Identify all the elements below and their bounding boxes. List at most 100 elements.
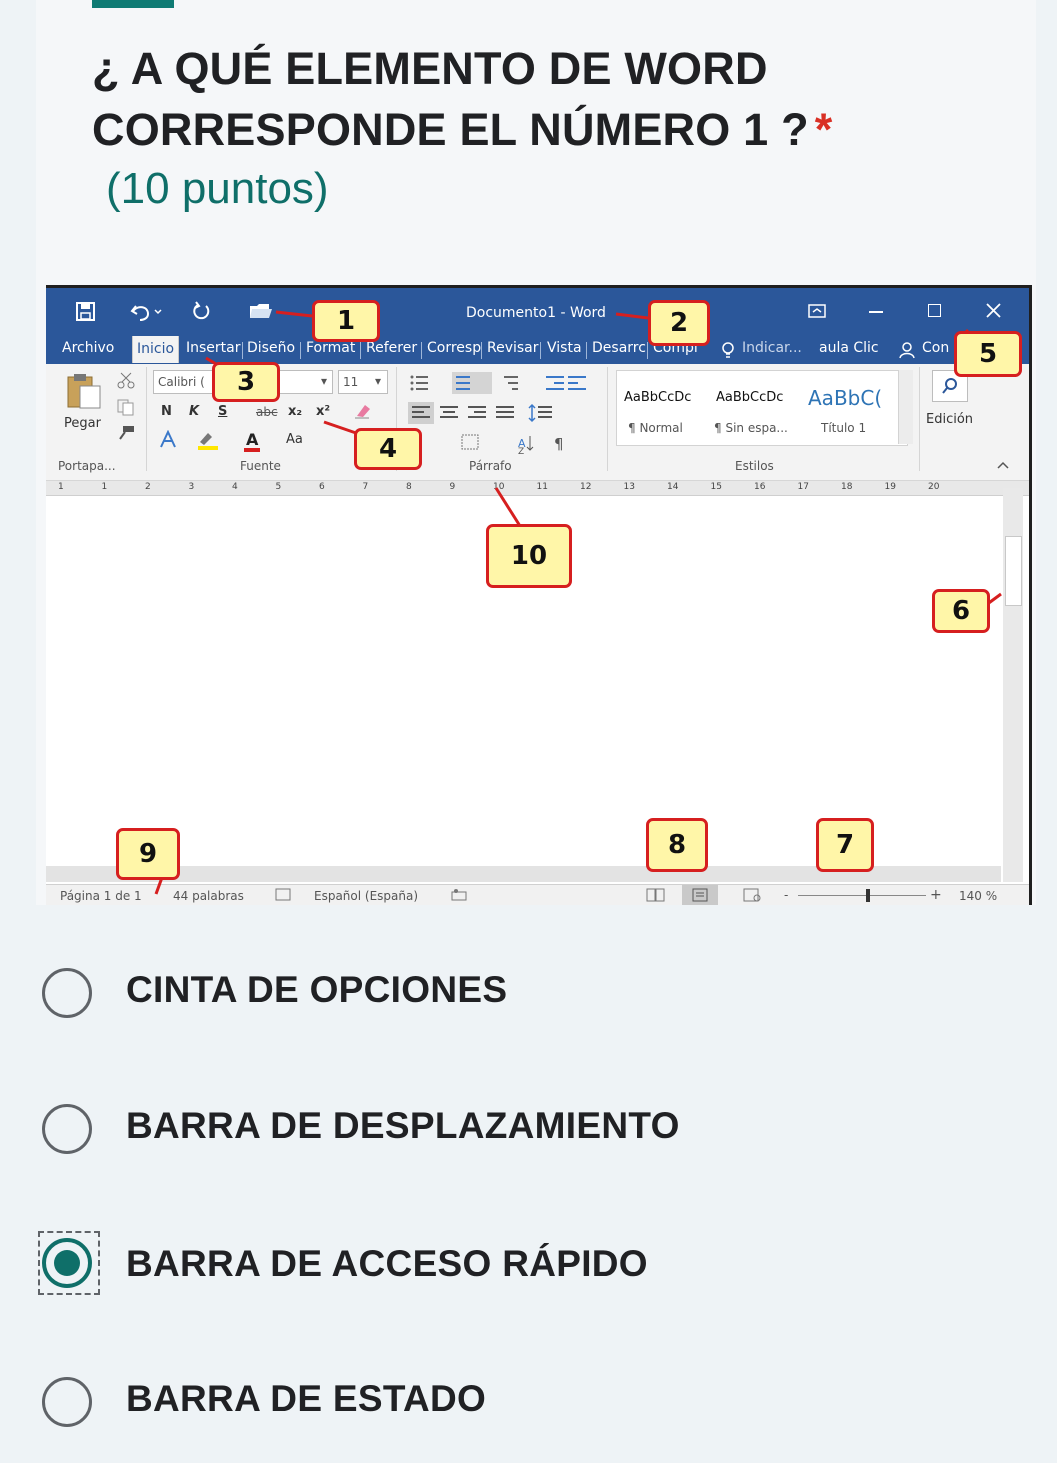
underline-button: S [218,404,228,419]
style-name-heading1: Título 1 [821,421,867,435]
ruler-number: 3 [188,482,195,492]
svg-text:Z: Z [518,447,524,454]
zoom-in: + [930,887,942,903]
ruler-number: 16 [754,482,766,492]
ruler-number: 1 [58,482,64,492]
font-size-box: 11 ▾ [338,370,388,394]
tab-insertar: Insertar [186,340,241,356]
zoom-out: - [784,888,789,902]
ruler-number: 19 [884,482,896,492]
option-label: BARRA DE ACCESO RÁPIDO [126,1243,648,1284]
print-layout-button [682,885,718,905]
callout-2: 2 [648,300,710,346]
group-label-font: Fuente [240,459,281,473]
tab-correspondencia: Corresp [427,340,482,356]
list-buttons-icon [410,372,586,394]
font-name: Calibri ( [158,375,205,389]
style-name-normal: ¶ Normal [628,421,683,435]
zoom-slider-thumb [866,889,870,902]
ruler-number: 10 [493,482,505,492]
page-count: Página 1 de 1 [60,889,142,903]
tab-archivo: Archivo [62,340,115,356]
callout-10: 10 [486,524,572,588]
zoom-level: 140 % [959,889,998,903]
macro-icon [451,889,467,901]
shading-border-sort-icons: A Z ¶ [461,434,564,454]
option-barra-de-desplazamiento[interactable]: BARRA DE DESPLAZAMIENTO [30,1094,1020,1174]
tab-separator [421,342,422,359]
ruler-number: 18 [841,482,853,492]
tab-separator [647,342,648,359]
group-label-paragraph: Párrafo [469,459,512,473]
tab-referencias: Referer [366,340,418,356]
ruler-number: 12 [580,482,592,492]
font-color-swatch [244,448,260,452]
ribbon-tabs: Archivo Inicio Insertar Diseño Format Re… [46,336,1029,364]
radio-button[interactable] [42,1104,92,1154]
tab-revisar: Revisar [487,340,539,356]
tab-separator [242,342,243,359]
ruler-number: 9 [449,482,456,492]
radio-button-selected[interactable] [42,1238,92,1288]
vertical-scrollbar [1003,488,1023,882]
ruler-number: 17 [797,482,809,492]
text-effects-icon [160,430,176,448]
group-divider [146,367,147,471]
callout-6: 6 [932,589,990,633]
option-barra-de-estado[interactable]: BARRA DE ESTADO [30,1367,1020,1447]
option-barra-de-acceso-rapido[interactable]: BARRA DE ACCESO RÁPIDO [30,1231,1020,1311]
tab-separator [540,342,541,359]
ruler-number: 6 [319,482,325,492]
radio-button[interactable] [42,968,92,1018]
style-sample-heading1: AaBbC( [808,386,883,410]
tab-inicio: Inicio [132,336,180,363]
option-cinta-de-opciones[interactable]: CINTA DE OPCIONES [30,958,1020,1038]
ruler-number: 7 [362,482,369,492]
ribbon: Pegar Calibri ( ▾ 11 ▾ N K S abc x₂ x² A… [46,364,1029,481]
tab-separator [300,342,301,359]
tab-separator [360,342,361,359]
language: Español (España) [314,889,419,903]
share-label: Con [922,340,950,356]
tab-separator [481,342,482,359]
callout-8: 8 [646,818,708,872]
strikethrough-button: abc [256,405,278,419]
cut-icon [117,372,135,389]
window-title: Documento1 - Word [466,305,606,321]
style-sample-no-spacing: AaBbCcDc [716,390,784,405]
radio-button[interactable] [42,1377,92,1427]
font-size: 11 [343,375,359,389]
subscript-button: x₂ [288,404,303,419]
required-mark: * [814,104,833,155]
option-label: BARRA DE ESTADO [126,1378,487,1419]
word-count: 44 palabras [173,889,244,903]
card-accent-bar [92,0,174,8]
lightbulb-icon [722,342,734,358]
ruler-number: 15 [710,482,722,492]
bold-button: N [161,404,172,419]
question-points: (10 puntos) [106,164,329,213]
option-label: CINTA DE OPCIONES [126,969,508,1010]
dropdown-arrow-icon: ▾ [375,374,382,388]
ruler-number: 11 [536,482,548,492]
minimize-icon [869,311,883,313]
zoom-slider-track [798,895,926,896]
callout-5: 5 [954,331,1022,377]
callout-1: 1 [312,300,380,342]
style-sample-normal: AaBbCcDc [624,390,692,405]
ruler-number: 1 [101,482,108,492]
undo-icon [130,305,162,321]
proofing-icon [275,888,291,901]
paste-icon [67,374,101,409]
italic-button: K [189,404,200,419]
tab-desarrollador: Desarrc [592,340,646,356]
editing-label: Edición [926,412,974,427]
superscript-button: x² [316,404,331,419]
redo-icon [193,301,210,320]
format-painter-icon [119,426,134,440]
web-layout-icon [743,888,761,902]
word-screenshot: Documento1 - Word Archivo Inicio Inserta… [46,285,1032,905]
collapse-ribbon-icon [997,461,1009,469]
group-divider [607,367,608,471]
ruler-number: 20 [928,482,940,492]
